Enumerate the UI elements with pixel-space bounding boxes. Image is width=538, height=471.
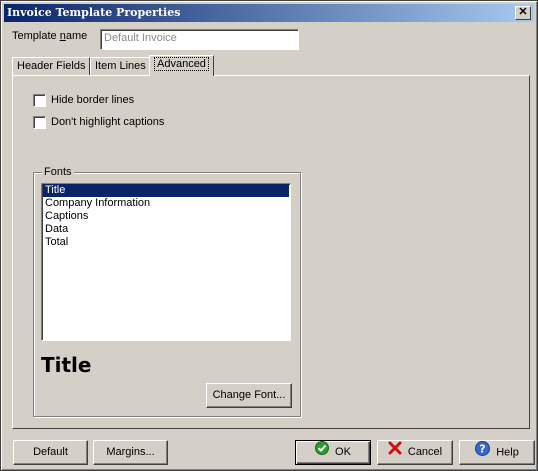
tab-item-lines[interactable]: Item Lines [90,57,151,75]
dialog-window: Invoice Template Properties ✕ Template n… [0,0,538,471]
window-title: Invoice Template Properties [7,6,181,19]
dont-highlight-captions-checkbox[interactable] [33,116,46,129]
template-name-field[interactable]: Default Invoice [100,29,299,50]
list-item[interactable]: Data [43,223,289,236]
question-mark-icon: ? [475,441,491,464]
fonts-groupbox: Fonts Title Company Information Captions… [33,166,301,417]
default-button[interactable]: Default [13,440,88,465]
svg-text:?: ? [479,443,485,456]
list-item[interactable]: Company Information [43,197,289,210]
help-label: Help [496,446,519,459]
hide-border-lines-label[interactable]: Hide border lines [51,94,134,106]
advanced-tab-panel: Hide border lines Don't highlight captio… [12,75,530,429]
tab-advanced[interactable]: Advanced [149,55,214,76]
title-bar[interactable]: Invoice Template Properties ✕ [4,4,534,22]
list-item[interactable]: Captions [43,210,289,223]
cancel-label: Cancel [407,446,443,458]
hide-border-lines-checkbox[interactable] [33,94,46,107]
red-x-icon [388,441,402,463]
template-name-value: Default Invoice [104,32,177,44]
ok-label: OK [335,446,351,458]
list-item[interactable]: Total [43,236,289,249]
ok-button[interactable]: OK [295,440,371,465]
change-font-button[interactable]: Change Font... [206,383,292,408]
close-button[interactable]: ✕ [515,6,531,20]
dont-highlight-captions-label[interactable]: Don't highlight captions [51,116,164,128]
close-icon: ✕ [518,6,528,18]
green-check-icon [315,441,330,463]
fonts-listbox[interactable]: Title Company Information Captions Data … [41,183,291,341]
help-button[interactable]: ? Help [459,440,535,465]
font-preview: Title [41,353,92,377]
template-name-label: Template name [12,30,88,42]
list-item[interactable]: Title [43,184,289,197]
cancel-button[interactable]: Cancel [377,440,453,465]
fonts-group-title: Fonts [42,166,74,178]
tab-header-fields[interactable]: Header Fields [12,57,91,75]
margins-button[interactable]: Margins... [93,440,168,465]
